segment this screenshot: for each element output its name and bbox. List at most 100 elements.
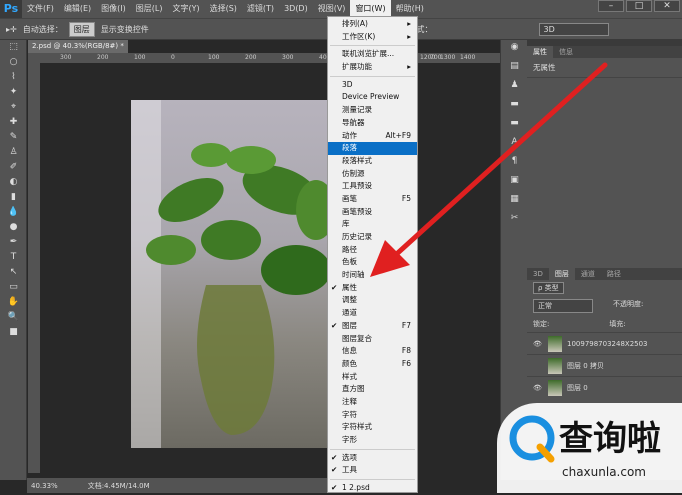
menu-2[interactable]: 图像(I) bbox=[96, 0, 131, 18]
tool-icon-12[interactable]: ● bbox=[0, 220, 27, 235]
auto-select-label[interactable]: 自动选择： bbox=[23, 24, 63, 35]
document-tab[interactable]: 2.psd @ 40.3%(RGB/8#) * bbox=[28, 40, 128, 53]
menu-0[interactable]: 文件(F) bbox=[22, 0, 59, 18]
check-icon: ✔ bbox=[331, 320, 338, 330]
ruler-tick: 0 bbox=[171, 54, 175, 61]
menu-item[interactable]: 样式 bbox=[328, 371, 417, 384]
layer-name: 图层 0 bbox=[567, 383, 588, 392]
tool-icon-6[interactable]: ✎ bbox=[0, 130, 27, 145]
menu-item[interactable]: 注释 bbox=[328, 396, 417, 409]
tool-icon-8[interactable]: ✐ bbox=[0, 160, 27, 175]
layer-name: 图层 0 拷贝 bbox=[567, 361, 604, 370]
menu-item-label: 工作区(K) bbox=[342, 31, 376, 41]
tool-icon-5[interactable]: ✚ bbox=[0, 115, 27, 130]
maximize-button[interactable]: □ bbox=[626, 0, 652, 12]
menu-item-label: 排列(A) bbox=[342, 19, 368, 28]
layer-row[interactable]: 图层 0 拷贝 bbox=[527, 354, 682, 376]
fill-label: 填充: bbox=[609, 320, 626, 328]
menu-item-label: 属性 bbox=[342, 282, 357, 292]
blend-mode[interactable]: 正常 bbox=[533, 299, 593, 313]
tool-icon-13[interactable]: ✒ bbox=[0, 235, 27, 250]
menu-item[interactable]: ✔ 选项 bbox=[328, 452, 417, 465]
tool-icon-3[interactable]: ✦ bbox=[0, 85, 27, 100]
tool-icon-19[interactable]: ■ bbox=[0, 325, 27, 340]
menu-item[interactable]: 信息 F8 bbox=[328, 345, 417, 358]
menu-item-label: 注释 bbox=[342, 396, 357, 406]
menu-item-label: 字形 bbox=[342, 435, 357, 444]
tool-icon-10[interactable]: ▮ bbox=[0, 190, 27, 205]
show-transform-checkbox[interactable]: 显示变换控件 bbox=[101, 24, 149, 35]
auto-select-dropdown[interactable]: 图层 bbox=[68, 21, 95, 37]
menu-item-label: 3D bbox=[342, 79, 353, 89]
ruler-tick: 100 bbox=[134, 54, 146, 61]
menu-item[interactable]: 图层复合 bbox=[328, 333, 417, 346]
menu-item[interactable]: 排列(A) ▸ bbox=[328, 18, 417, 31]
tool-icon-14[interactable]: T bbox=[0, 250, 27, 265]
tool-icon-17[interactable]: ✋ bbox=[0, 295, 27, 310]
workspace-select[interactable]: 3D bbox=[538, 22, 609, 36]
eye-icon[interactable]: 👁 bbox=[533, 384, 543, 392]
menu-item[interactable]: 直方图 bbox=[328, 383, 417, 396]
window-controls: – □ ✕ bbox=[596, 0, 680, 12]
menu-item-label: 颜色 bbox=[342, 358, 357, 368]
menu-item-shortcut: F7 bbox=[401, 320, 411, 330]
menu-item-label: 图层复合 bbox=[342, 333, 372, 343]
menu-7[interactable]: 3D(D) bbox=[279, 0, 313, 18]
menu-item-shortcut: F8 bbox=[401, 346, 411, 356]
menu-separator bbox=[330, 448, 415, 450]
tool-icon-18[interactable]: 🔍 bbox=[0, 310, 27, 325]
menu-separator bbox=[330, 479, 415, 481]
tool-icon-7[interactable]: ♙ bbox=[0, 145, 27, 160]
tool-icon-9[interactable]: ◐ bbox=[0, 175, 27, 190]
menu-item[interactable]: 字形 bbox=[328, 434, 417, 447]
menu-item-label: 工具 bbox=[342, 465, 357, 475]
menu-item[interactable]: 调整 bbox=[328, 294, 417, 307]
zoom-level[interactable]: 40.33% bbox=[31, 482, 58, 490]
menu-item-label: 动作 bbox=[342, 130, 357, 140]
doc-info[interactable]: 文档:4.45M/14.0M bbox=[88, 481, 150, 491]
tool-icon-1[interactable]: ○ bbox=[0, 55, 27, 70]
ruler-tick: 200 bbox=[245, 54, 257, 61]
eye-icon[interactable]: 👁 bbox=[533, 340, 543, 348]
menu-4[interactable]: 文字(Y) bbox=[167, 0, 204, 18]
tool-icon-11[interactable]: 💧 bbox=[0, 205, 27, 220]
menu-6[interactable]: 滤镜(T) bbox=[242, 0, 279, 18]
tool-icon-2[interactable]: ⌇ bbox=[0, 70, 27, 85]
vertical-ruler bbox=[28, 53, 40, 473]
toolbox: ⬚ ○ ⌇ ✦ ⌖ ✚ ✎ ♙ ✐ ◐ ▮ 💧 ● ✒ T ↖ ▭ ✋ 🔍 ■ bbox=[0, 40, 27, 480]
menu-item[interactable]: ✔ 图层 F7 bbox=[328, 320, 417, 333]
menu-3[interactable]: 图层(L) bbox=[131, 0, 168, 18]
move-tool-icon[interactable]: ▸✛ bbox=[6, 25, 17, 34]
menu-item[interactable]: ✔ 工具 bbox=[328, 464, 417, 477]
menu-1[interactable]: 编辑(E) bbox=[59, 0, 96, 18]
menu-item[interactable]: 通道 bbox=[328, 307, 417, 320]
watermark-url: chaxunla.com bbox=[562, 465, 646, 479]
menu-item[interactable]: 工作区(K) ▸ bbox=[328, 31, 417, 44]
ps-logo: Ps bbox=[0, 0, 22, 18]
layer-row[interactable]: 👁 图层 0 bbox=[527, 376, 682, 398]
watermark-logo-icon bbox=[509, 415, 555, 463]
layer-thumbnail bbox=[548, 379, 562, 396]
menu-item-label: 画笔 bbox=[342, 193, 357, 203]
layers-list: 👁 1009798703248X2503 图层 0 拷贝 👁 图层 0 bbox=[527, 332, 682, 398]
menu-item-shortcut: F6 bbox=[401, 358, 411, 368]
menu-5[interactable]: 选择(S) bbox=[205, 0, 242, 18]
tool-icon-0[interactable]: ⬚ bbox=[0, 40, 27, 55]
check-icon: ✔ bbox=[331, 452, 338, 462]
layer-thumbnail bbox=[548, 357, 562, 374]
tool-icon-15[interactable]: ↖ bbox=[0, 265, 27, 280]
watermark-text: 查询啦 bbox=[559, 419, 661, 459]
watermark: 查询啦 chaxunla.com bbox=[497, 403, 682, 493]
menu-item[interactable]: 字符样式 bbox=[328, 421, 417, 434]
layer-row[interactable]: 👁 1009798703248X2503 bbox=[527, 332, 682, 354]
opacity-label: 不透明度: bbox=[613, 300, 644, 308]
menu-item-label: 段落 bbox=[342, 143, 357, 153]
close-button[interactable]: ✕ bbox=[654, 0, 680, 12]
tool-icon-4[interactable]: ⌖ bbox=[0, 100, 27, 115]
menu-item-label: 选项 bbox=[342, 452, 357, 462]
menu-item[interactable]: 颜色 F6 bbox=[328, 358, 417, 371]
menu-item[interactable]: 字符 bbox=[328, 409, 417, 422]
minimize-button[interactable]: – bbox=[598, 0, 624, 12]
menu-item-label: 调整 bbox=[342, 295, 357, 305]
tool-icon-16[interactable]: ▭ bbox=[0, 280, 27, 295]
